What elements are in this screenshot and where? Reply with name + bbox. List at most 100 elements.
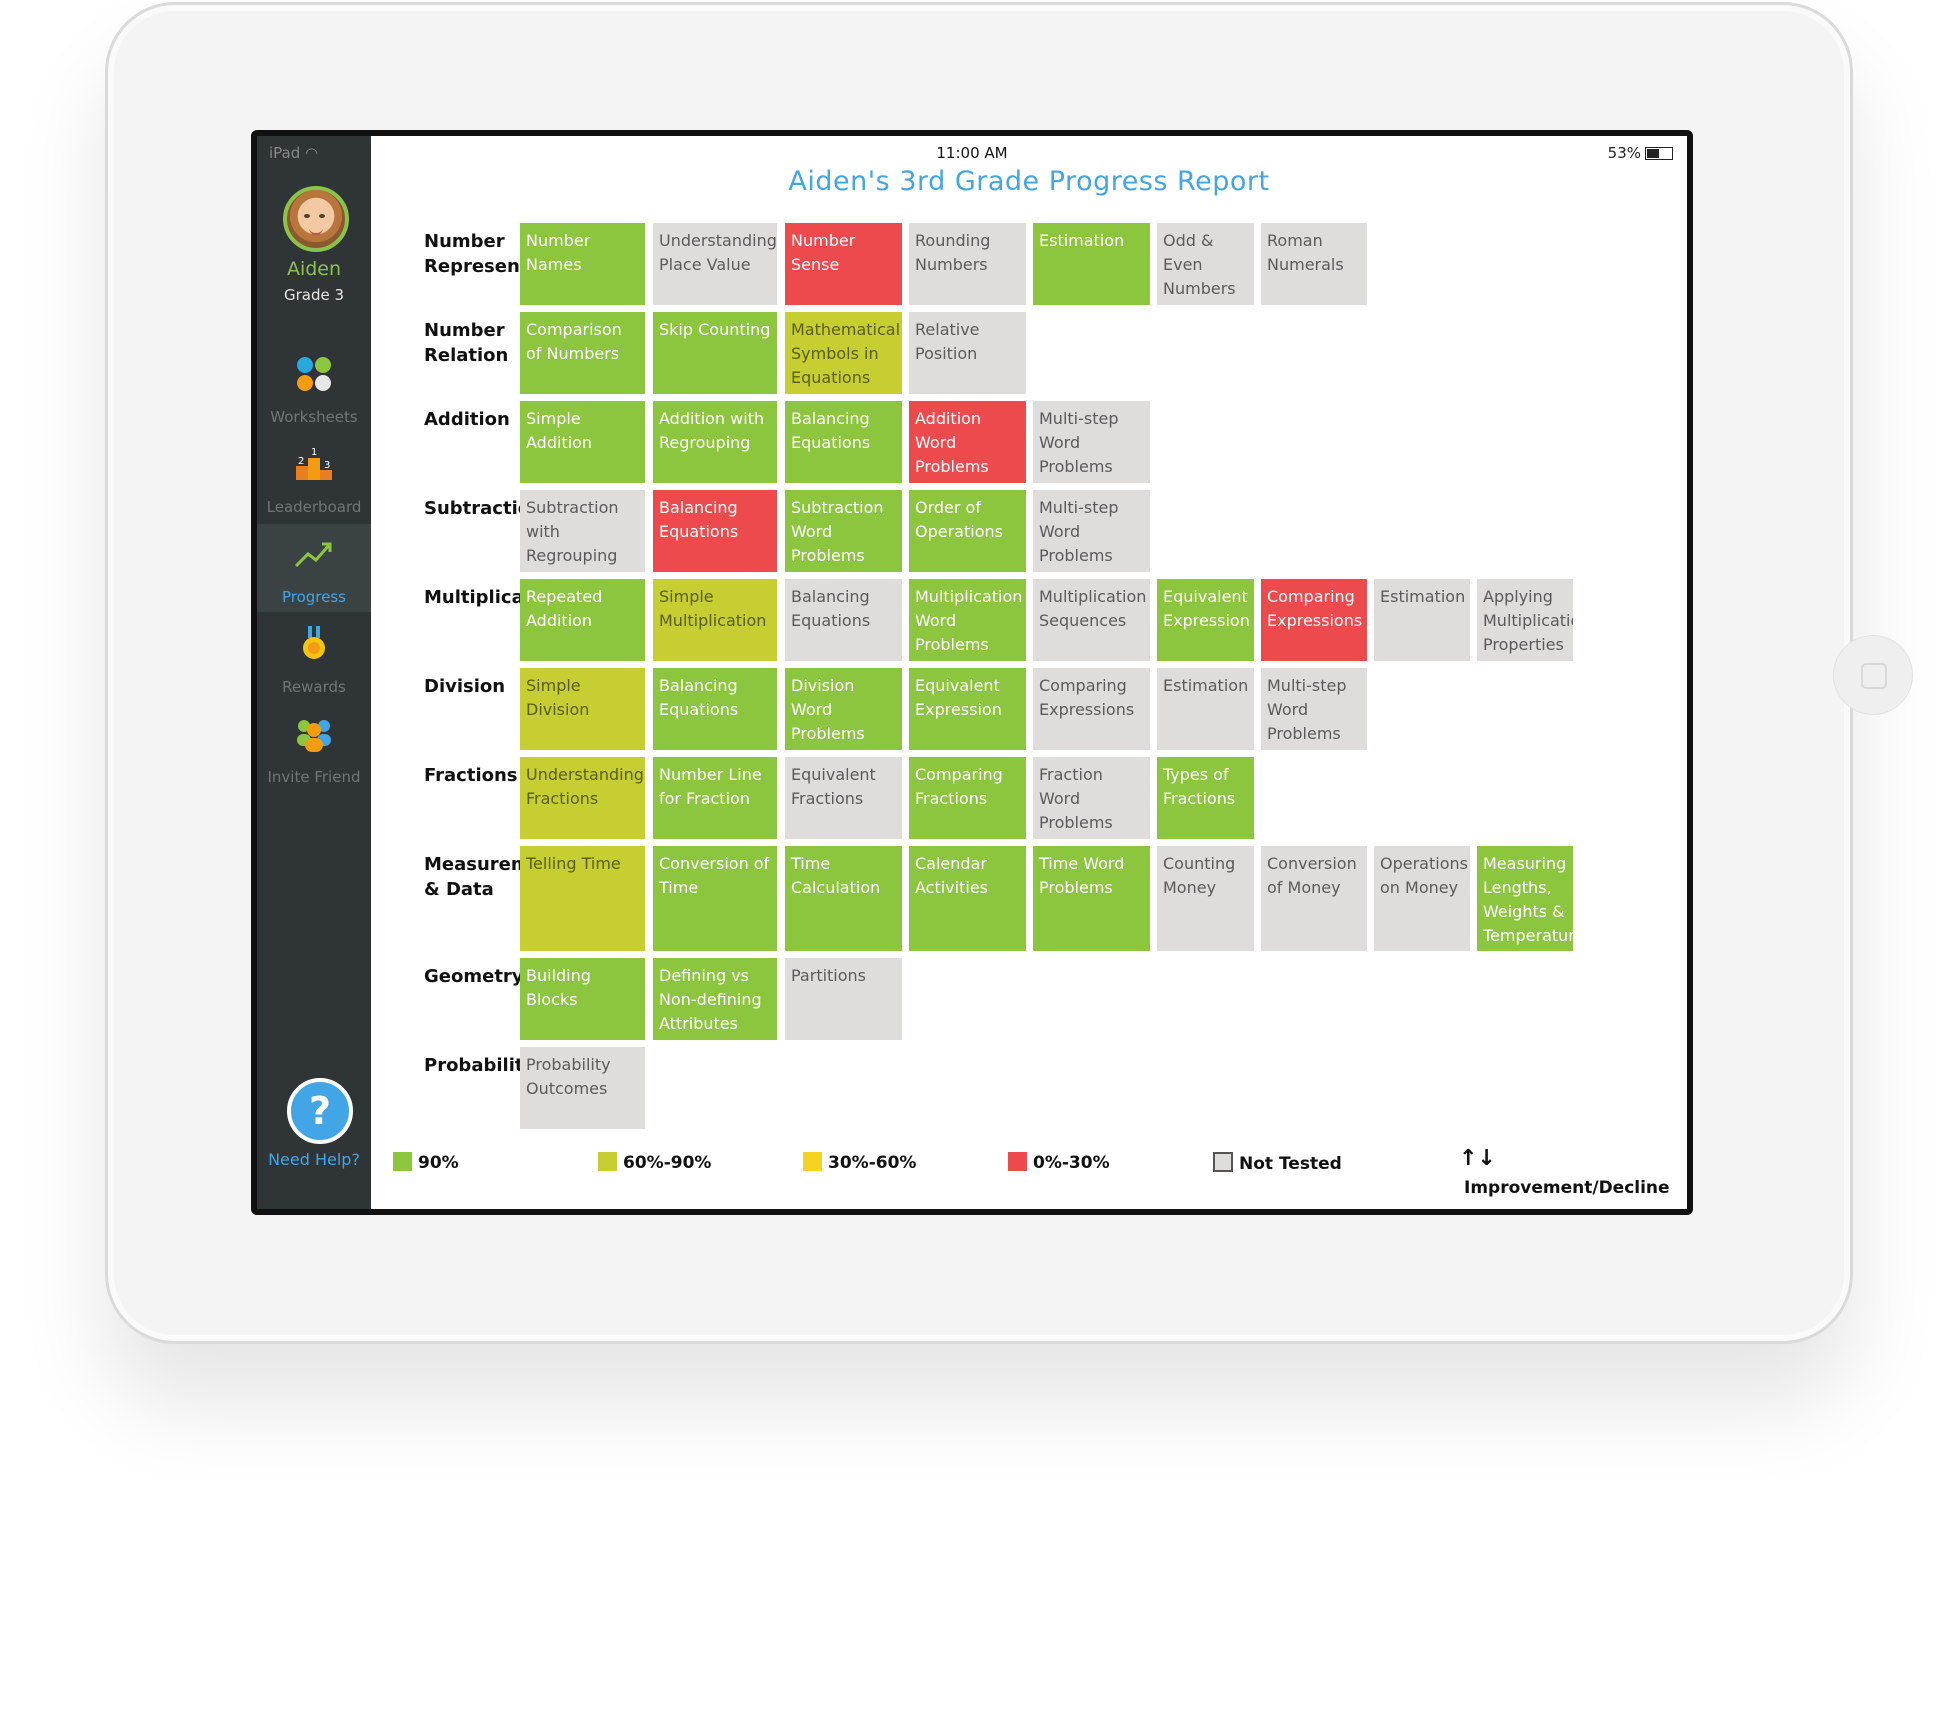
user-name: Aiden — [286, 258, 342, 280]
nav-label-invite-friend: Invite Friend — [267, 768, 361, 786]
skill-tile[interactable]: Telling Time — [520, 846, 645, 951]
home-button[interactable] — [1833, 635, 1913, 715]
skill-tile[interactable]: Balancing Equations — [785, 579, 902, 661]
legend-label: 30%-60% — [828, 1153, 917, 1173]
legend-swatch — [1008, 1152, 1027, 1171]
skill-tile[interactable]: Simple Multiplication — [653, 579, 777, 661]
status-time: 11:00 AM — [936, 144, 1008, 162]
skill-tile[interactable]: Simple Addition — [520, 401, 645, 483]
skill-tile[interactable]: Relative Position — [909, 312, 1026, 394]
app-screen: iPad ◠ Aiden Grade 3 Worksheets 1 2 3 Le… — [251, 130, 1693, 1215]
nav-invite-friend[interactable]: Invite Friend — [257, 704, 371, 792]
user-grade: Grade 3 — [283, 286, 345, 304]
skill-tile[interactable]: Comparing Fractions — [909, 757, 1026, 839]
skill-tile[interactable]: Skip Counting — [653, 312, 777, 394]
skill-tile[interactable]: Understanding Fractions — [520, 757, 645, 839]
skill-tile[interactable]: Types of Fractions — [1157, 757, 1254, 839]
nav-progress[interactable]: Progress — [257, 524, 371, 612]
skill-tile[interactable]: Measuring Lengths, Weights & Temperature — [1477, 846, 1573, 951]
legend-label: 0%-30% — [1033, 1153, 1110, 1173]
skill-tile[interactable]: Conversion of Time — [653, 846, 777, 951]
skill-tile[interactable]: Addition Word Problems — [909, 401, 1026, 483]
skill-tile[interactable]: Time Calculation — [785, 846, 902, 951]
skill-tile[interactable]: Division Word Problems — [785, 668, 902, 750]
skill-tile[interactable]: Counting Money — [1157, 846, 1254, 951]
skill-tile[interactable]: Balancing Equations — [653, 668, 777, 750]
avatar[interactable] — [283, 186, 349, 252]
skill-tile[interactable]: Subtraction Word Problems — [785, 490, 902, 572]
nav-label-rewards: Rewards — [282, 678, 346, 696]
skill-tile[interactable]: Equivalent Expression — [909, 668, 1026, 750]
nav-label-worksheets: Worksheets — [270, 408, 358, 426]
skill-tile[interactable]: Building Blocks — [520, 958, 645, 1040]
legend-item: Not Tested — [1213, 1152, 1342, 1174]
help-button[interactable]: ? — [287, 1078, 353, 1144]
improvement-decline-arrows-icon: ↑↓ — [1459, 1146, 1496, 1171]
skill-tile[interactable]: Comparing Expressions — [1261, 579, 1367, 661]
skill-tile[interactable]: Subtraction with Regrouping — [520, 490, 645, 572]
skill-tile[interactable]: Time Word Problems — [1033, 846, 1150, 951]
legend-item: 90% — [393, 1152, 459, 1173]
svg-text:1: 1 — [311, 447, 317, 458]
skill-tile[interactable]: Odd & Even Numbers — [1157, 223, 1254, 305]
skill-tile[interactable]: Number Names — [520, 223, 645, 305]
skill-tile[interactable]: Rounding Numbers — [909, 223, 1026, 305]
skill-tile[interactable]: Simple Division — [520, 668, 645, 750]
skill-tile[interactable]: Calendar Activities — [909, 846, 1026, 951]
skill-tile[interactable]: Order of Operations — [909, 490, 1026, 572]
nav-rewards[interactable]: Rewards — [257, 614, 371, 702]
people-icon — [297, 720, 331, 752]
legend-label: Not Tested — [1239, 1154, 1342, 1174]
skill-tile[interactable]: Conversion of Money — [1261, 846, 1367, 951]
battery-percent: 53% — [1607, 144, 1641, 162]
svg-text:2: 2 — [298, 456, 304, 467]
skill-tile[interactable]: Applying Multiplication Properties — [1477, 579, 1573, 661]
skill-tile[interactable]: Balancing Equations — [653, 490, 777, 572]
skill-tile[interactable]: Addition with Regrouping — [653, 401, 777, 483]
skill-tile[interactable]: Multiplication Sequences — [1033, 579, 1150, 661]
medal-icon — [303, 626, 325, 659]
skill-tile[interactable]: Multiplication Word Problems — [909, 579, 1026, 661]
skill-tile[interactable]: Multi-step Word Problems — [1033, 401, 1150, 483]
skill-tile[interactable]: Equivalent Fractions — [785, 757, 902, 839]
legend-swatch — [393, 1152, 412, 1171]
skill-tile[interactable]: Estimation — [1157, 668, 1254, 750]
battery-icon — [1645, 147, 1673, 160]
skill-tile[interactable]: Equivalent Expression — [1157, 579, 1254, 661]
svg-text:3: 3 — [324, 460, 330, 471]
skill-tile[interactable]: Repeated Addition — [520, 579, 645, 661]
legend-item: 60%-90% — [598, 1152, 711, 1173]
legend-improvement-label: Improvement/Decline — [1464, 1178, 1670, 1198]
legend-swatch — [803, 1152, 822, 1171]
page-title: Aiden's 3rd Grade Progress Report — [788, 166, 1270, 197]
skill-tile[interactable]: Mathematical Symbols in Equations — [785, 312, 902, 394]
skill-tile[interactable]: Understanding Place Value — [653, 223, 777, 305]
skill-tile[interactable]: Balancing Equations — [785, 401, 902, 483]
legend-label: 60%-90% — [623, 1153, 712, 1173]
legend-swatch — [1213, 1152, 1233, 1172]
skill-tile[interactable]: Estimation — [1374, 579, 1470, 661]
nav-label-leaderboard: Leaderboard — [266, 498, 362, 516]
legend-swatch — [598, 1152, 617, 1171]
sidebar: iPad ◠ Aiden Grade 3 Worksheets 1 2 3 Le… — [257, 136, 371, 1209]
podium-icon: 1 2 3 — [296, 447, 332, 480]
skill-tile[interactable]: Probability Outcomes — [520, 1047, 645, 1129]
worksheets-icon — [297, 357, 331, 391]
nav-leaderboard[interactable]: 1 2 3 Leaderboard — [257, 434, 371, 522]
skill-tile[interactable]: Fraction Word Problems — [1033, 757, 1150, 839]
question-mark-icon: ? — [308, 1089, 332, 1133]
skill-tile[interactable]: Partitions — [785, 958, 902, 1040]
skill-tile[interactable]: Multi-step Word Problems — [1033, 490, 1150, 572]
skill-tile[interactable]: Number Line for Fraction — [653, 757, 777, 839]
legend-item: 30%-60% — [803, 1152, 916, 1173]
skill-tile[interactable]: Estimation — [1033, 223, 1150, 305]
skill-tile[interactable]: Number Sense — [785, 223, 902, 305]
nav-worksheets[interactable]: Worksheets — [257, 344, 371, 432]
skill-tile[interactable]: Operations on Money — [1374, 846, 1470, 951]
skill-tile[interactable]: Roman Numerals — [1261, 223, 1367, 305]
skill-tile[interactable]: Multi-step Word Problems — [1261, 668, 1367, 750]
help-label[interactable]: Need Help? — [257, 1150, 371, 1169]
skill-tile[interactable]: Defining vs Non-defining Attributes — [653, 958, 777, 1040]
skill-tile[interactable]: Comparison of Numbers — [520, 312, 645, 394]
skill-tile[interactable]: Comparing Expressions — [1033, 668, 1150, 750]
